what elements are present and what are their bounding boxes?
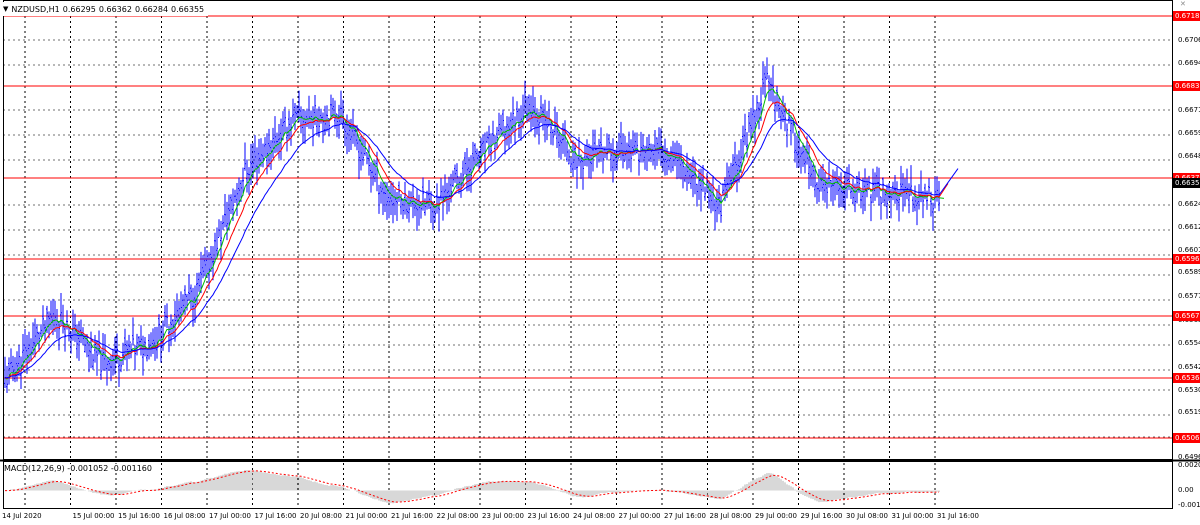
price-tick-label: 0.65540	[1178, 339, 1200, 347]
time-tick-label: 29 Jul 00:00	[755, 512, 797, 520]
price-tick-label: 0.66245	[1178, 200, 1200, 208]
price-level-label[interactable]: 0.65963	[1173, 254, 1200, 264]
current-price-label: 0.66355	[1173, 178, 1200, 188]
price-tick-label: 0.66125	[1178, 223, 1200, 231]
price-level-label[interactable]: 0.65364	[1173, 373, 1200, 383]
price-tick-label: 0.65305	[1178, 386, 1200, 394]
time-tick-label: 29 Jul 16:00	[800, 512, 843, 520]
time-tick-label: 17 Jul 00:00	[209, 512, 251, 520]
time-tick-label: 17 Jul 16:00	[254, 512, 297, 520]
time-tick-label: 21 Jul 16:00	[391, 512, 433, 520]
macd-tick-label: 0.002092	[1178, 461, 1200, 469]
price-tick-label: 0.66480	[1178, 152, 1200, 160]
price-level-label[interactable]: 0.65677	[1173, 311, 1200, 321]
chart-header: ▼ NZDUSD,H1 0.66295 0.66362 0.66284 0.66…	[3, 2, 209, 16]
price-tick-label: 0.66595	[1178, 129, 1200, 137]
price-tick-label: 0.65890	[1178, 268, 1200, 276]
price-level-label[interactable]: 0.67188	[1173, 11, 1200, 21]
price-bars	[4, 57, 940, 394]
time-tick-label: 30 Jul 08:00	[846, 512, 888, 520]
time-tick-label: 27 Jul 16:00	[664, 512, 706, 520]
symbol-label: NZDUSD,H1	[11, 4, 60, 14]
close-value: 0.66355	[171, 4, 205, 14]
price-tick-label: 0.66945	[1178, 59, 1200, 67]
macd-tick-label: -0.00140	[1178, 501, 1200, 509]
macd-signal-line	[5, 470, 939, 503]
time-tick-label: 23 Jul 16:00	[527, 512, 570, 520]
price-chart[interactable]	[0, 0, 1200, 525]
time-tick-label: 22 Jul 08:00	[436, 512, 479, 520]
price-tick-label: 0.65420	[1178, 363, 1200, 371]
time-tick-label: 27 Jul 00:00	[618, 512, 661, 520]
price-tick-label: 0.65775	[1178, 292, 1200, 300]
time-tick-label: 15 Jul 16:00	[118, 512, 160, 520]
price-tick-label: 0.66715	[1178, 106, 1200, 114]
close-icon[interactable]: ✕	[1180, 0, 1186, 8]
time-tick-label: 16 Jul 08:00	[163, 512, 206, 520]
price-tick-label: 0.67060	[1178, 36, 1200, 44]
macd-header: MACD(12,26,9) -0.001052 -0.001160	[4, 464, 155, 473]
high-value: 0.66362	[98, 4, 132, 14]
time-tick-label: 20 Jul 08:00	[300, 512, 342, 520]
chart-grid	[3, 16, 1172, 509]
open-value: 0.66295	[62, 4, 96, 14]
time-tick-label: 31 Jul 16:00	[937, 512, 979, 520]
time-tick-label: 14 Jul 2020	[2, 512, 42, 520]
time-tick-label: 31 Jul 00:00	[891, 512, 934, 520]
horizontal-lines	[3, 15, 1172, 439]
moving-averages	[4, 88, 959, 380]
low-value: 0.66284	[134, 4, 169, 14]
dropdown-triangle-icon[interactable]: ▼	[3, 5, 8, 13]
time-tick-label: 21 Jul 00:00	[345, 512, 388, 520]
price-level-label[interactable]: 0.65061	[1173, 433, 1200, 443]
time-tick-label: 24 Jul 08:00	[573, 512, 615, 520]
price-tick-label: 0.65190	[1178, 408, 1200, 416]
time-tick-label: 15 Jul 00:00	[72, 512, 115, 520]
time-tick-label: 28 Jul 08:00	[709, 512, 752, 520]
price-level-label[interactable]: 0.66837	[1173, 81, 1200, 91]
fast-moving-average-line	[4, 88, 945, 380]
macd-tick-label: 0.00	[1178, 486, 1194, 494]
time-tick-label: 23 Jul 00:00	[482, 512, 524, 520]
